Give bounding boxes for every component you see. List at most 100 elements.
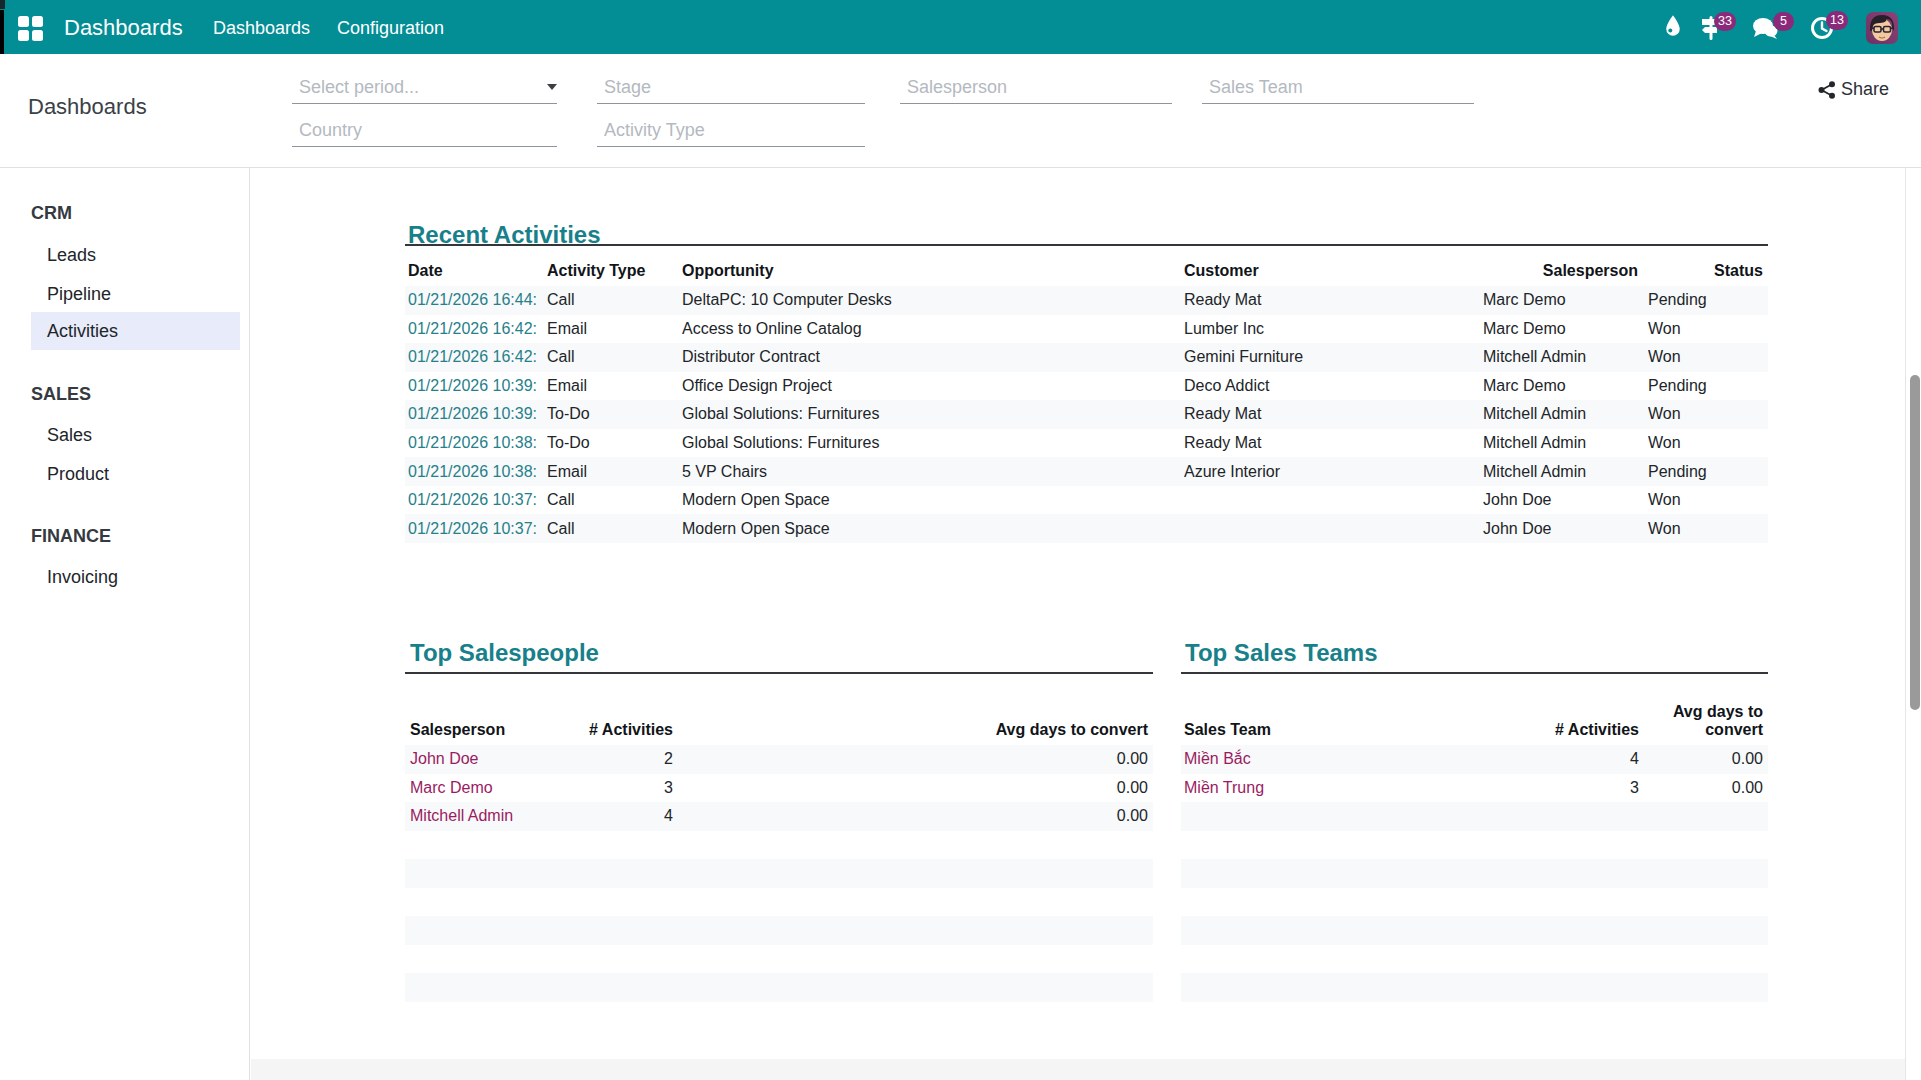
- cell-salesperson: [405, 888, 555, 917]
- sidebar: CRM Leads Pipeline Activities SALES Sale…: [0, 168, 250, 1080]
- filter-country-input[interactable]: [292, 115, 557, 146]
- window-edge-strip: [0, 10, 4, 54]
- cell-date[interactable]: 01/21/2026 10:37:: [405, 486, 547, 515]
- cell-activities: [1381, 802, 1639, 831]
- table-row: 01/21/2026 16:42:CallDistributor Contrac…: [405, 343, 1768, 372]
- filter-period-input[interactable]: [292, 72, 557, 103]
- sidebar-item-invoicing[interactable]: Invoicing: [31, 558, 240, 596]
- cell-activities: [1381, 888, 1639, 917]
- filter-salesperson-input[interactable]: [900, 72, 1172, 103]
- cell-activities: [1381, 916, 1639, 945]
- cell-activities: [555, 888, 673, 917]
- cell-activities: [1381, 973, 1639, 1002]
- cell-date[interactable]: 01/21/2026 16:44:: [405, 286, 547, 315]
- table-row: 01/21/2026 10:38:To-DoGlobal Solutions: …: [405, 429, 1768, 458]
- chat-badge: 5: [1773, 12, 1794, 31]
- filter-stage[interactable]: [597, 72, 865, 104]
- sidebar-item-sales[interactable]: Sales: [31, 416, 240, 454]
- filter-activity-type-input[interactable]: [597, 115, 865, 146]
- filter-stage-input[interactable]: [597, 72, 865, 103]
- table-row-empty: [405, 973, 1153, 1002]
- cell-activities: 2: [555, 745, 673, 774]
- cell-salesperson: Marc Demo: [1483, 315, 1648, 344]
- cell-activities: 4: [555, 802, 673, 831]
- filter-salesperson[interactable]: [900, 72, 1172, 104]
- filter-period[interactable]: [292, 72, 557, 104]
- user-avatar[interactable]: [1866, 12, 1898, 44]
- cell-salesperson[interactable]: Mitchell Admin: [405, 802, 555, 831]
- cell-activities: [1381, 945, 1639, 974]
- cell-activity-type: Call: [547, 486, 682, 515]
- share-button[interactable]: Share: [1818, 79, 1889, 100]
- filter-activity-type[interactable]: [597, 115, 865, 147]
- sidebar-item-pipeline[interactable]: Pipeline: [31, 275, 240, 313]
- cell-status: Won: [1648, 486, 1768, 515]
- cell-status: Won: [1648, 400, 1768, 429]
- cell-date[interactable]: 01/21/2026 10:38:: [405, 457, 547, 486]
- sidebar-item-product[interactable]: Product: [31, 455, 240, 493]
- cell-date[interactable]: 01/21/2026 10:39:: [405, 372, 547, 401]
- table-row-empty: [1181, 973, 1768, 1002]
- cell-salesperson: Marc Demo: [1483, 286, 1648, 315]
- column-header-avg-days-to-convert: Avg days to convert: [1639, 674, 1768, 745]
- app-brand[interactable]: Dashboards: [64, 0, 183, 56]
- cell-avg-days-to-convert: [673, 831, 1153, 860]
- cell-date[interactable]: 01/21/2026 16:42:: [405, 315, 547, 344]
- table-row: Miền Bắc40.00: [1181, 745, 1768, 774]
- cell-sales-team[interactable]: Miền Trung: [1181, 774, 1381, 803]
- cell-date[interactable]: 01/21/2026 10:39:: [405, 400, 547, 429]
- column-header-activities: # Activities: [555, 674, 673, 745]
- sidebar-item-leads[interactable]: Leads: [31, 236, 240, 274]
- apps-grid-icon[interactable]: [18, 16, 43, 40]
- table-row: Miền Trung30.00: [1181, 774, 1768, 803]
- cell-date[interactable]: 01/21/2026 10:37:: [405, 514, 547, 543]
- filter-sales-team[interactable]: [1202, 72, 1474, 104]
- cell-activities: [555, 945, 673, 974]
- table-row-empty: [405, 945, 1153, 974]
- cell-avg-days-to-convert: [1639, 859, 1768, 888]
- table-row-empty: [1181, 945, 1768, 974]
- signpost-badge: 33: [1714, 12, 1736, 31]
- cell-status: Won: [1648, 343, 1768, 372]
- sidebar-item-activities[interactable]: Activities: [31, 312, 240, 350]
- column-header-activity-type: Activity Type: [547, 246, 682, 286]
- sidebar-section-sales: SALES: [31, 384, 91, 405]
- cell-avg-days-to-convert: [673, 945, 1153, 974]
- vertical-scrollbar[interactable]: [1905, 168, 1921, 1080]
- cell-salesperson: Marc Demo: [1483, 372, 1648, 401]
- cell-date[interactable]: 01/21/2026 16:42:: [405, 343, 547, 372]
- table-row: 01/21/2026 16:42:EmailAccess to Online C…: [405, 315, 1768, 344]
- cell-avg-days-to-convert: [673, 973, 1153, 1002]
- cell-customer: Ready Mat: [1184, 429, 1483, 458]
- cell-avg-days-to-convert: [673, 916, 1153, 945]
- cell-avg-days-to-convert: 0.00: [673, 745, 1153, 774]
- cell-salesperson: John Doe: [1483, 486, 1648, 515]
- scrollbar-thumb[interactable]: [1910, 375, 1920, 710]
- table-row-empty: [1181, 802, 1768, 831]
- cell-avg-days-to-convert: 0.00: [673, 774, 1153, 803]
- nav-menu-configuration[interactable]: Configuration: [337, 0, 444, 56]
- cell-activity-type: To-Do: [547, 429, 682, 458]
- filter-sales-team-input[interactable]: [1202, 72, 1474, 103]
- cell-salesperson: [405, 916, 555, 945]
- footer-strip: [251, 1059, 1905, 1080]
- clock-badge: 13: [1826, 11, 1848, 30]
- cell-sales-team: [1181, 802, 1381, 831]
- filter-country[interactable]: [292, 115, 557, 147]
- cell-salesperson[interactable]: Marc Demo: [405, 774, 555, 803]
- cell-avg-days-to-convert: [1639, 945, 1768, 974]
- cell-avg-days-to-convert: [1639, 916, 1768, 945]
- nav-menu-dashboards[interactable]: Dashboards: [213, 0, 310, 56]
- cell-status: Pending: [1648, 372, 1768, 401]
- cell-date[interactable]: 01/21/2026 10:38:: [405, 429, 547, 458]
- cell-sales-team: [1181, 916, 1381, 945]
- cell-opportunity: Global Solutions: Furnitures: [682, 429, 1184, 458]
- cell-sales-team: [1181, 973, 1381, 1002]
- cell-status: Won: [1648, 429, 1768, 458]
- recent-activities-table: DateActivity TypeOpportunityCustomerSale…: [405, 246, 1768, 543]
- table-row-empty: [1181, 888, 1768, 917]
- cell-salesperson[interactable]: John Doe: [405, 745, 555, 774]
- cell-sales-team[interactable]: Miền Bắc: [1181, 745, 1381, 774]
- cell-opportunity: 5 VP Chairs: [682, 457, 1184, 486]
- cell-activities: 3: [1381, 774, 1639, 803]
